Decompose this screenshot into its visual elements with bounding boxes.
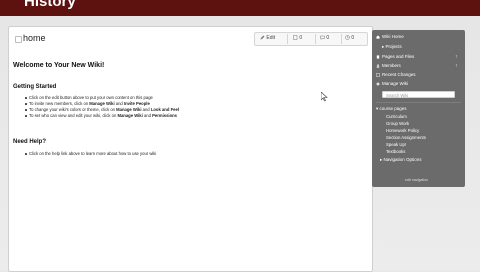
header-bar: History [0,0,480,16]
nav-header-course-pages[interactable]: ▾ course pages [376,106,407,112]
history-count: 0 [351,35,355,41]
add-page-icon[interactable]: ↑ [455,54,458,60]
history-icon [345,35,350,40]
sidebar-divider [376,102,461,103]
comments-count: 0 [326,35,330,41]
toolbar-divider [341,34,342,44]
getting-started-heading: Getting Started [13,84,57,90]
mouse-cursor-icon [321,92,328,102]
page-toolbar: Edit 0 0 0 [254,32,368,46]
welcome-heading: Welcome to Your New Wiki! [13,62,105,69]
sidebar-item-wiki-home[interactable]: Wiki Home [376,34,404,40]
page-stack-icon [293,35,298,40]
toolbar-divider [287,34,288,44]
sidebar-item-pages-files[interactable]: Pages and Files [376,54,414,60]
comments-button[interactable]: 0 [320,35,329,42]
toolbar-divider [315,34,316,44]
members-icon [376,64,380,68]
need-help-list: Click on the help link above to learn mo… [24,151,157,157]
nav-item-homework-policy[interactable]: Homework Policy [386,128,419,134]
need-help-heading: Need Help? [13,139,47,145]
pages-count: 0 [299,35,303,41]
comment-icon [320,35,325,41]
nav-item-group-work[interactable]: Group Work [386,121,409,127]
wiki-sidebar: Wiki Home ▸ Projects Pages and Files ↑ M… [372,30,465,187]
list-item: To set who can view and edit your wiki, … [25,113,178,118]
gear-icon [376,82,380,86]
edit-label: Edit [266,35,276,41]
pencil-icon [260,35,265,40]
navigation-options-toggle[interactable]: ▸ Navigation Options [380,157,422,163]
history-button[interactable]: 0 [345,35,354,42]
getting-started-list: Click on the edit button above to put yo… [25,95,179,119]
sidebar-item-members[interactable]: Members [376,63,401,69]
nav-item-section-assignments[interactable]: Section Assignments [386,135,426,141]
edit-button[interactable]: Edit [260,35,275,42]
nav-item-speak-up[interactable]: Speak Up! [386,142,406,148]
file-icon [376,55,380,59]
pages-count-button[interactable]: 0 [293,35,302,42]
list-item: Click on the help link above to learn mo… [24,151,157,156]
home-icon [376,35,380,39]
nav-item-textbooks[interactable]: Textbooks [386,149,405,155]
sidebar-item-manage-wiki[interactable]: Manage Wiki [376,81,408,87]
sidebar-item-recent-changes[interactable]: Recent Changes [376,72,416,78]
wiki-content-panel: home Edit 0 0 0 Welcome to Your New Wiki… [8,26,373,272]
search-wiki-input[interactable]: Search Wiki [382,91,455,98]
add-member-icon[interactable]: ↑ [455,63,458,69]
page-title: home [23,33,46,43]
sidebar-item-projects[interactable]: ▸ Projects [382,44,402,50]
edit-navigation-link[interactable]: edit navigation [405,178,428,182]
page-heading: History [24,0,76,10]
nav-item-curriculum[interactable]: Curriculum [386,114,407,120]
recent-changes-icon [376,73,380,77]
page-icon [15,36,22,43]
